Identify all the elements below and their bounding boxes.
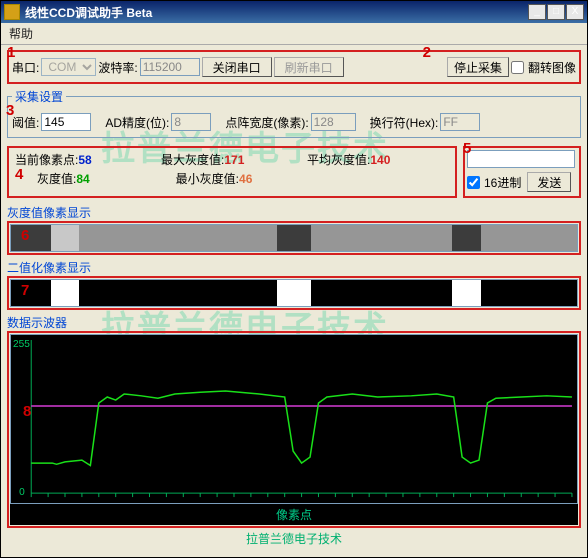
hex-label: 16进制 <box>484 174 521 191</box>
avg-gray-label: 平均灰度值: <box>307 153 370 167</box>
footer-brand: 拉普兰德电子技术 <box>7 528 581 549</box>
marker-4: 4 <box>15 166 23 183</box>
marker-8: 8 <box>23 403 31 420</box>
threshold-input[interactable] <box>41 113 91 131</box>
gray-value: 84 <box>76 172 89 186</box>
app-icon <box>4 4 20 20</box>
send-panel: 5 16进制 发送 <box>463 146 581 198</box>
scope-title: 数据示波器 <box>7 314 581 331</box>
sampling-legend: 采集设置 <box>12 88 66 105</box>
marker-1: 1 <box>7 44 15 61</box>
app-window: 线性CCD调试助手 Beta _ □ X 帮助 拉普兰德电子技术 拉普兰德电子技… <box>0 0 588 558</box>
gray-label: 灰度值: <box>37 172 76 186</box>
max-gray-value: 171 <box>224 153 244 167</box>
marker-6: 6 <box>21 227 29 244</box>
threshold-label: 阈值: <box>12 114 39 131</box>
titlebar: 线性CCD调试助手 Beta _ □ X <box>1 1 587 23</box>
refresh-port-button[interactable]: 刷新串口 <box>274 57 344 77</box>
menubar: 帮助 <box>1 23 587 45</box>
marker-2: 2 <box>423 44 431 61</box>
baud-label: 波特率: <box>98 59 137 76</box>
binary-strip-box: 7 <box>7 276 581 310</box>
stats-panel: 4 当前像素点:58 最大灰度值:171 平均灰度值:140 灰度值:84 最小… <box>7 146 457 198</box>
serial-panel: 1 2 串口: COM1 波特率: 关闭串口 刷新串口 停止采集 翻转图像 <box>7 50 581 84</box>
send-input[interactable] <box>467 150 575 168</box>
scope-xlabel: 像素点 <box>10 504 578 525</box>
oscilloscope: 255 0 <box>10 334 578 504</box>
window-title: 线性CCD调试助手 Beta <box>25 4 528 21</box>
ad-label: AD精度(位): <box>105 114 169 131</box>
send-button[interactable]: 发送 <box>527 172 571 192</box>
binary-strip-title: 二值化像素显示 <box>7 259 581 276</box>
matrix-input[interactable] <box>311 113 356 131</box>
port-label: 串口: <box>12 59 39 76</box>
binary-strip <box>10 279 578 307</box>
svg-text:0: 0 <box>19 487 25 498</box>
sampling-fieldset: 采集设置 3 阈值: AD精度(位): 点阵宽度(像素): 换行符(Hex): <box>7 88 581 138</box>
cur-px-label: 当前像素点: <box>15 153 78 167</box>
marker-3: 3 <box>6 102 14 119</box>
gray-strip-title: 灰度值像素显示 <box>7 204 581 221</box>
gray-strip-box: 6 <box>7 221 581 255</box>
minimize-button[interactable]: _ <box>528 4 546 20</box>
min-gray-label: 最小灰度值: <box>176 172 239 186</box>
menu-help[interactable]: 帮助 <box>9 27 33 41</box>
matrix-label: 点阵宽度(像素): <box>225 114 308 131</box>
port-select[interactable]: COM1 <box>41 58 96 76</box>
newline-label: 换行符(Hex): <box>370 114 439 131</box>
close-port-button[interactable]: 关闭串口 <box>202 57 272 77</box>
avg-gray-value: 140 <box>370 153 390 167</box>
marker-7: 7 <box>21 282 29 299</box>
max-gray-label: 最大灰度值: <box>161 153 224 167</box>
svg-text:255: 255 <box>13 339 30 350</box>
flip-checkbox[interactable] <box>511 61 524 74</box>
min-gray-value: 46 <box>239 172 252 186</box>
cur-px-value: 58 <box>78 153 91 167</box>
marker-5: 5 <box>463 140 471 157</box>
newline-input[interactable] <box>440 113 480 131</box>
hex-checkbox[interactable] <box>467 176 480 189</box>
scope-svg: 255 0 <box>11 335 577 503</box>
baud-input[interactable] <box>140 58 200 76</box>
scope-box: 8 255 0 像素点 <box>7 331 581 528</box>
gray-strip <box>10 224 578 252</box>
maximize-button[interactable]: □ <box>547 4 565 20</box>
close-button[interactable]: X <box>566 4 584 20</box>
flip-label: 翻转图像 <box>528 59 576 76</box>
ad-input[interactable] <box>171 113 211 131</box>
stop-capture-button[interactable]: 停止采集 <box>447 57 509 77</box>
